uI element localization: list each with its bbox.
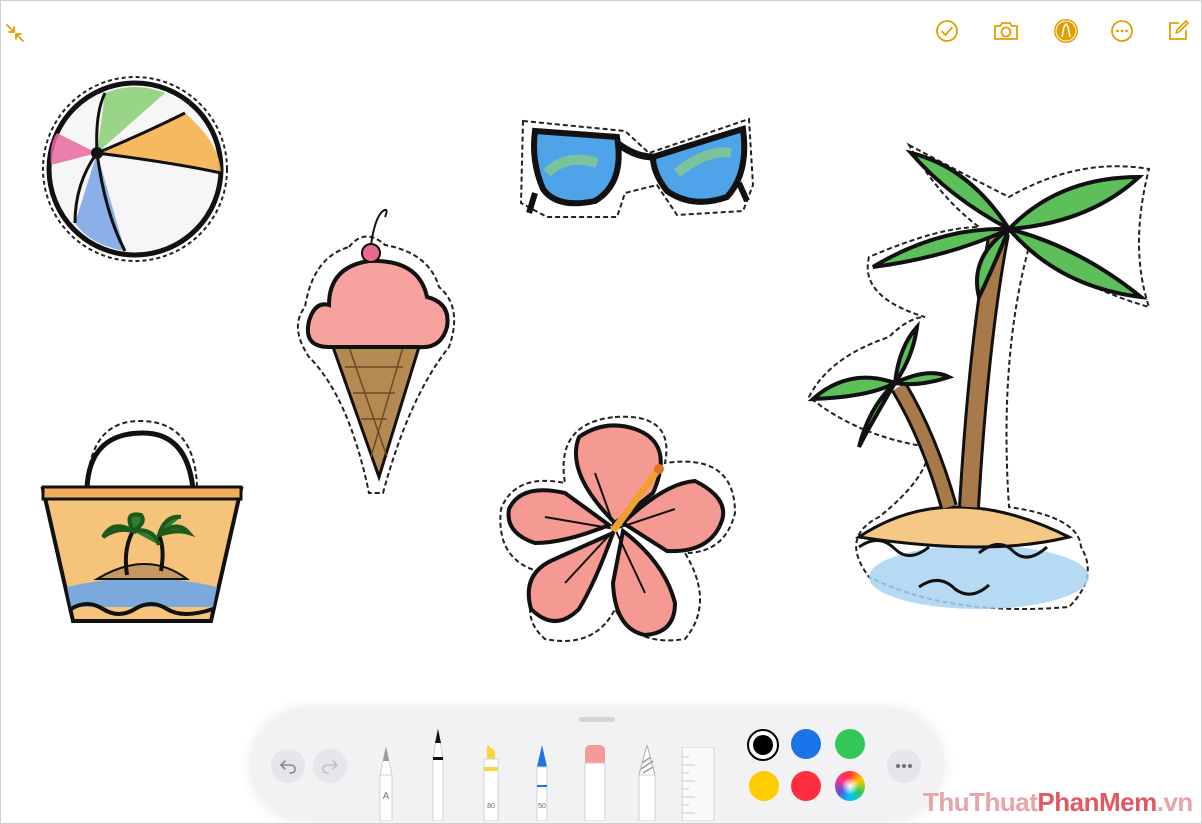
markup-pen-icon[interactable] bbox=[1052, 17, 1080, 45]
eraser-tool[interactable] bbox=[583, 745, 607, 822]
tool-palette: A 80 50 bbox=[251, 709, 943, 822]
pen-icon bbox=[379, 746, 393, 822]
color-picker-wheel[interactable] bbox=[835, 771, 865, 801]
color-swatch-blue[interactable] bbox=[791, 729, 821, 759]
done-checkmark-icon[interactable] bbox=[934, 18, 960, 44]
fineliner-tool[interactable] bbox=[428, 728, 448, 822]
pen-tool-letter: A bbox=[382, 791, 390, 802]
hibiscus-flower-sticker[interactable] bbox=[495, 413, 743, 651]
pen-tool[interactable]: A bbox=[376, 746, 396, 822]
selected-color-dot bbox=[753, 735, 773, 755]
marker-size-label: 80 bbox=[487, 803, 495, 810]
lasso-icon bbox=[638, 743, 656, 822]
ice-cream-cone-sticker[interactable] bbox=[289, 197, 465, 499]
camera-icon[interactable] bbox=[991, 18, 1021, 44]
collapse-icon[interactable] bbox=[3, 21, 27, 45]
watermark-part-2: PhanMem bbox=[1037, 787, 1157, 817]
watermark-part-1: ThuThuat bbox=[923, 787, 1038, 817]
watermark-part-3: .vn bbox=[1156, 787, 1194, 817]
watermark: ThuThuatPhanMem.vn bbox=[923, 787, 1193, 818]
ruler-icon bbox=[681, 746, 715, 822]
undo-icon bbox=[279, 760, 296, 774]
lasso-tool[interactable] bbox=[635, 743, 659, 822]
eraser-icon bbox=[584, 745, 606, 822]
ruler-tool[interactable] bbox=[681, 746, 715, 822]
more-ellipsis-icon[interactable] bbox=[1109, 18, 1135, 44]
more-ellipsis-icon bbox=[896, 764, 912, 768]
notes-canvas: A 80 50 ThuThuatPhanMem.vn bbox=[0, 0, 1202, 824]
redo-icon bbox=[322, 760, 339, 774]
beach-ball-sticker[interactable] bbox=[35, 73, 239, 269]
color-swatch-black[interactable] bbox=[747, 729, 779, 761]
color-swatch-green[interactable] bbox=[835, 729, 865, 759]
beach-bag-sticker[interactable] bbox=[37, 419, 247, 631]
color-wheel-center bbox=[842, 778, 858, 794]
color-swatch-yellow[interactable] bbox=[749, 771, 779, 801]
pencil-size-label: 50 bbox=[538, 803, 546, 810]
redo-button[interactable] bbox=[313, 749, 347, 783]
fineliner-icon bbox=[432, 728, 444, 822]
palette-grabber[interactable] bbox=[579, 717, 615, 722]
color-swatch-red[interactable] bbox=[791, 771, 821, 801]
pencil-tool[interactable]: 50 bbox=[532, 745, 552, 822]
palette-more-button[interactable] bbox=[887, 749, 921, 783]
palm-tree-island-sticker[interactable] bbox=[799, 137, 1163, 621]
compose-icon[interactable] bbox=[1164, 17, 1192, 45]
sunglasses-sticker[interactable] bbox=[517, 113, 759, 225]
marker-tool[interactable]: 80 bbox=[481, 745, 501, 822]
undo-button[interactable] bbox=[271, 749, 305, 783]
